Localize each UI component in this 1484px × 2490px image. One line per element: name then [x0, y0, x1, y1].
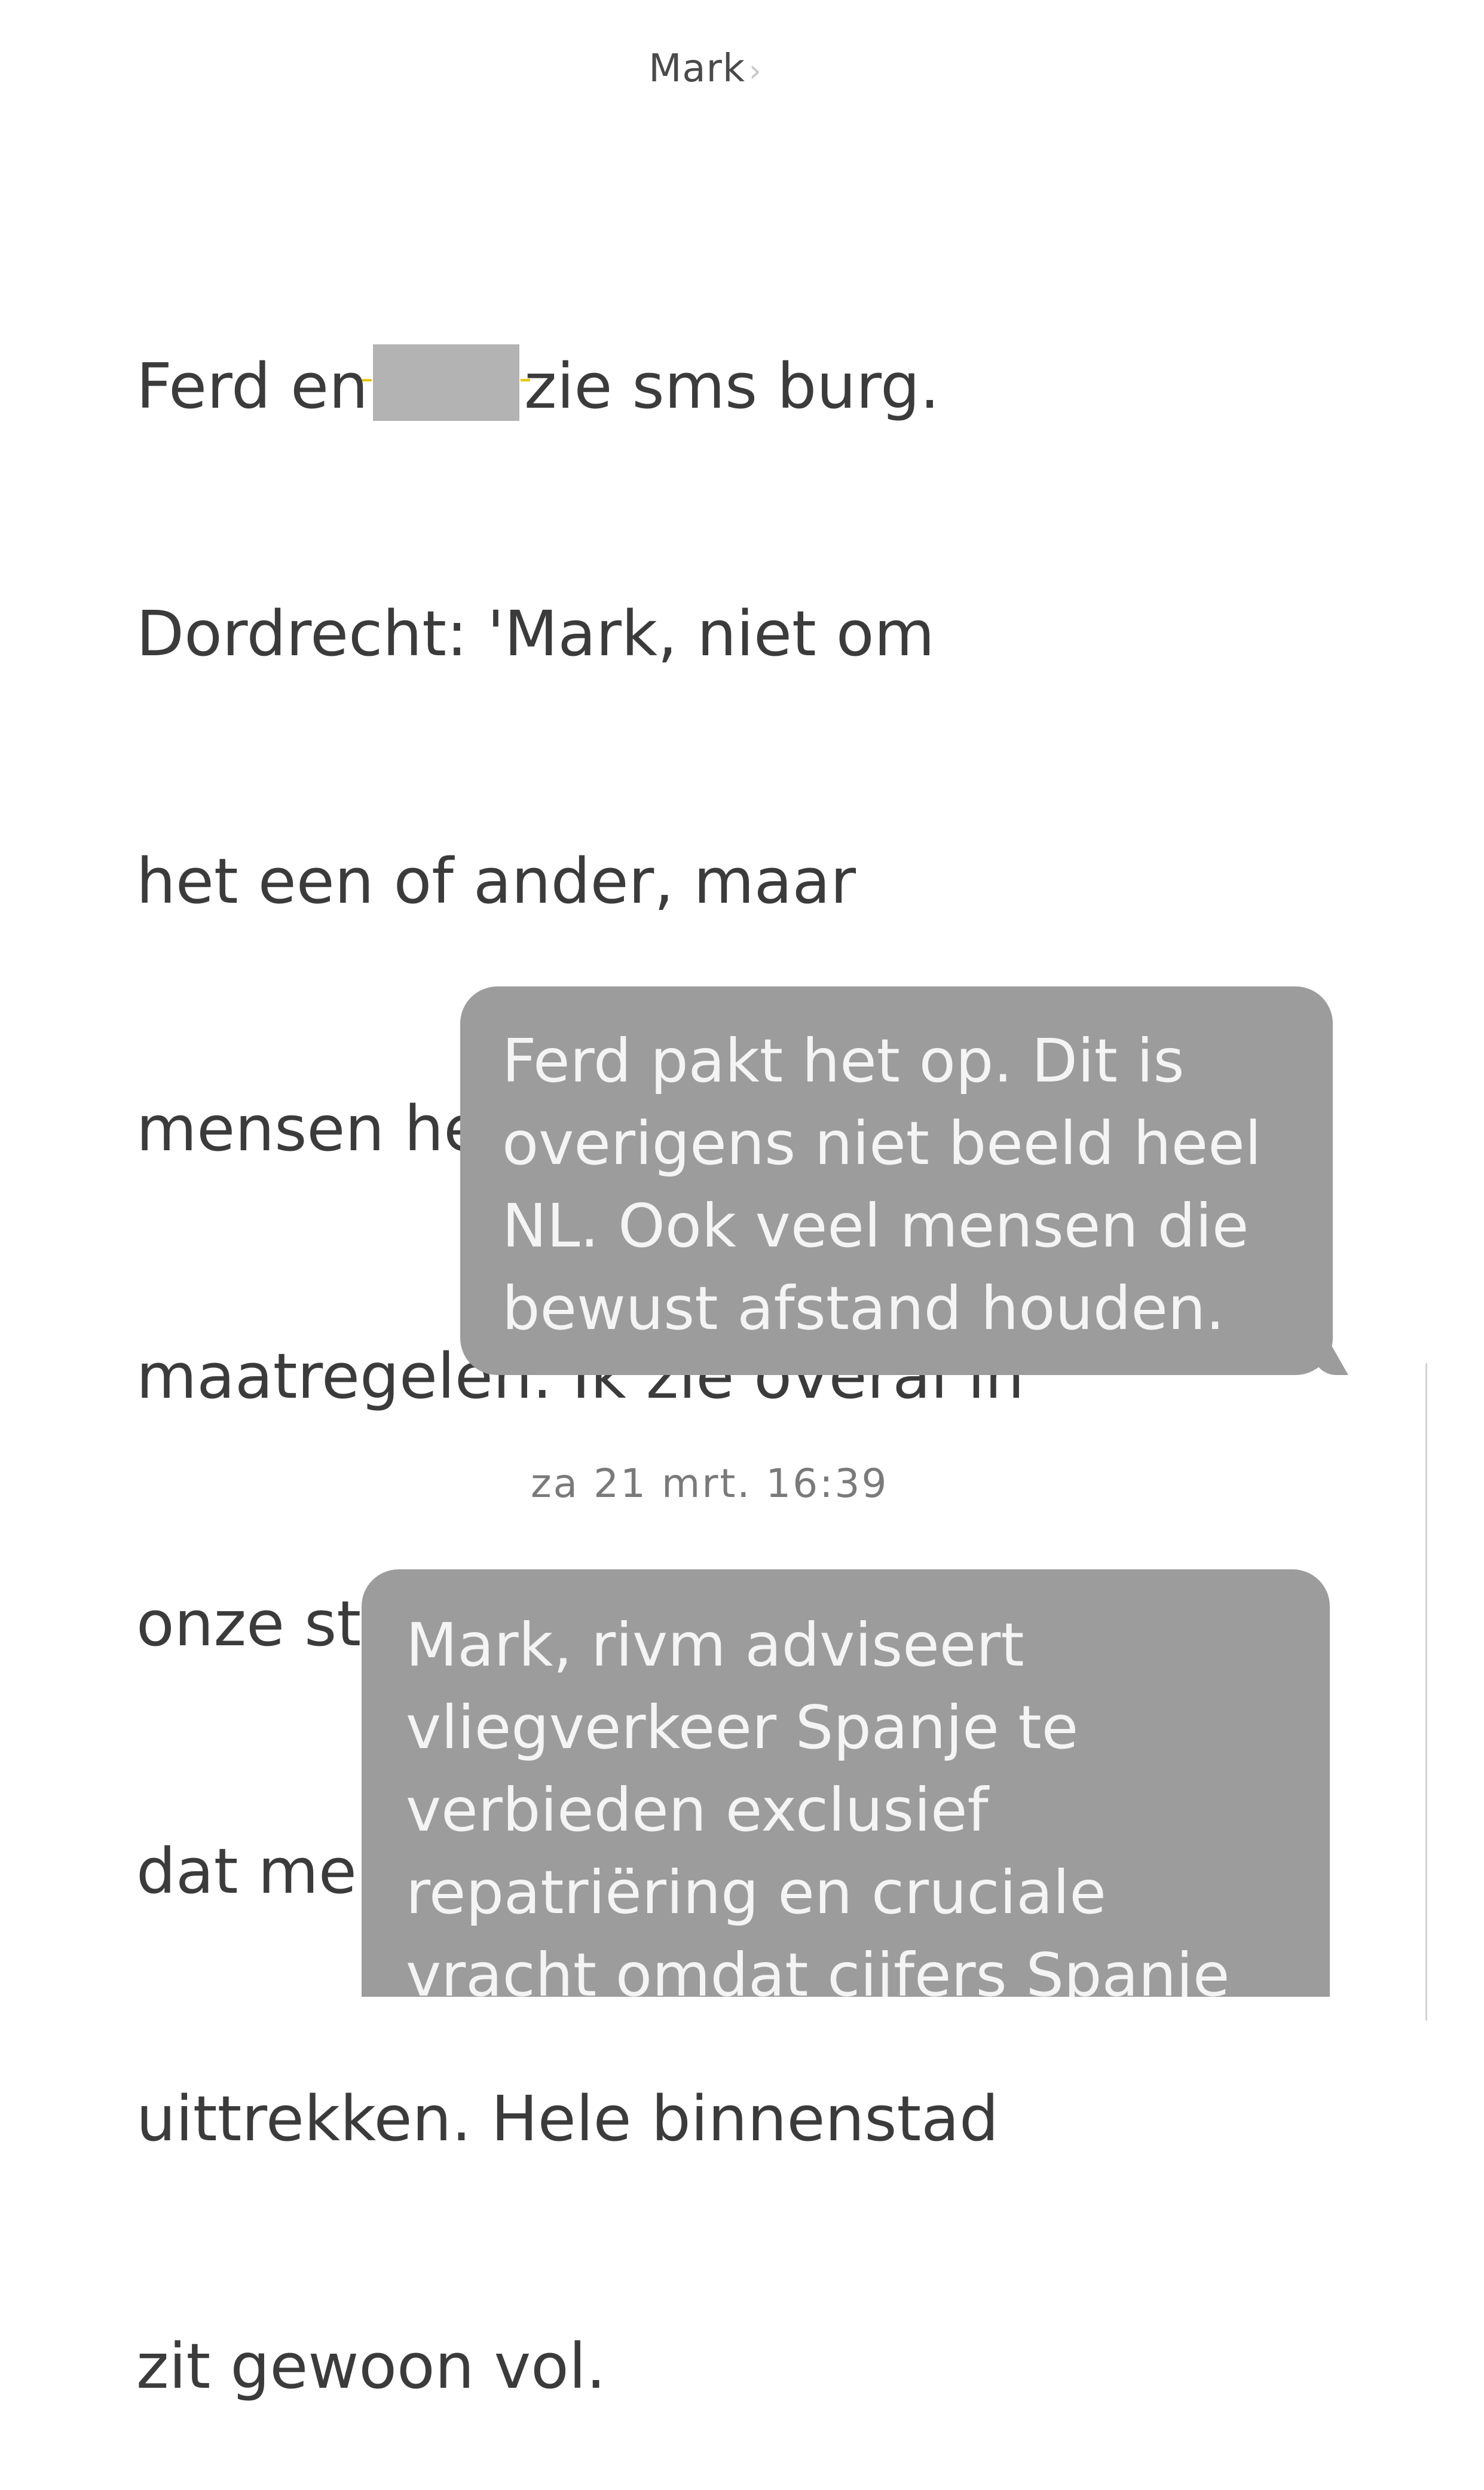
message-line: vliegverkeer Spanje te: [406, 1692, 1079, 1762]
message-timestamp: za 21 mrt. 16:39: [531, 1461, 889, 1507]
message-line: repatriëring en cruciale: [406, 1857, 1106, 1927]
message-line: overigens niet beeld heel: [502, 1108, 1262, 1178]
message-line: Ferd en zie sms burg.: [136, 344, 1069, 427]
chevron-right-icon[interactable]: ›: [749, 53, 762, 89]
sent-message-bubble[interactable]: Ferd pakt het op. Dit is overigens niet …: [460, 986, 1348, 1375]
message-line: Mark, rivm adviseert: [406, 1610, 1024, 1680]
message-line: het een of ander, maar: [136, 845, 856, 918]
scan-edge-divider: [1425, 1363, 1427, 2021]
message-line: bewust afstand houden.: [502, 1273, 1225, 1343]
bubble-tail: [1312, 1340, 1348, 1375]
message-line: verbieden exclusief: [406, 1775, 989, 1845]
message-line: vracht omdat cijfers Spanje: [406, 1940, 1230, 1997]
message-line: Ferd pakt het op. Dit is: [502, 1026, 1185, 1096]
message-line: NL. Ook veel mensen die: [502, 1191, 1249, 1261]
message-line: Dordrecht: 'Mark, niet om: [136, 597, 935, 670]
message-line: zit gewoon vol.: [136, 2330, 606, 2403]
sent-message-bubble[interactable]: Mark, rivm adviseert vliegverkeer Spanje…: [362, 1569, 1330, 1997]
conversation-header[interactable]: Mark ›: [0, 47, 1410, 91]
message-line: uittrekken. Hele binnenstad: [136, 2082, 999, 2155]
redaction-block: [362, 344, 531, 421]
contact-name[interactable]: Mark: [648, 47, 745, 91]
